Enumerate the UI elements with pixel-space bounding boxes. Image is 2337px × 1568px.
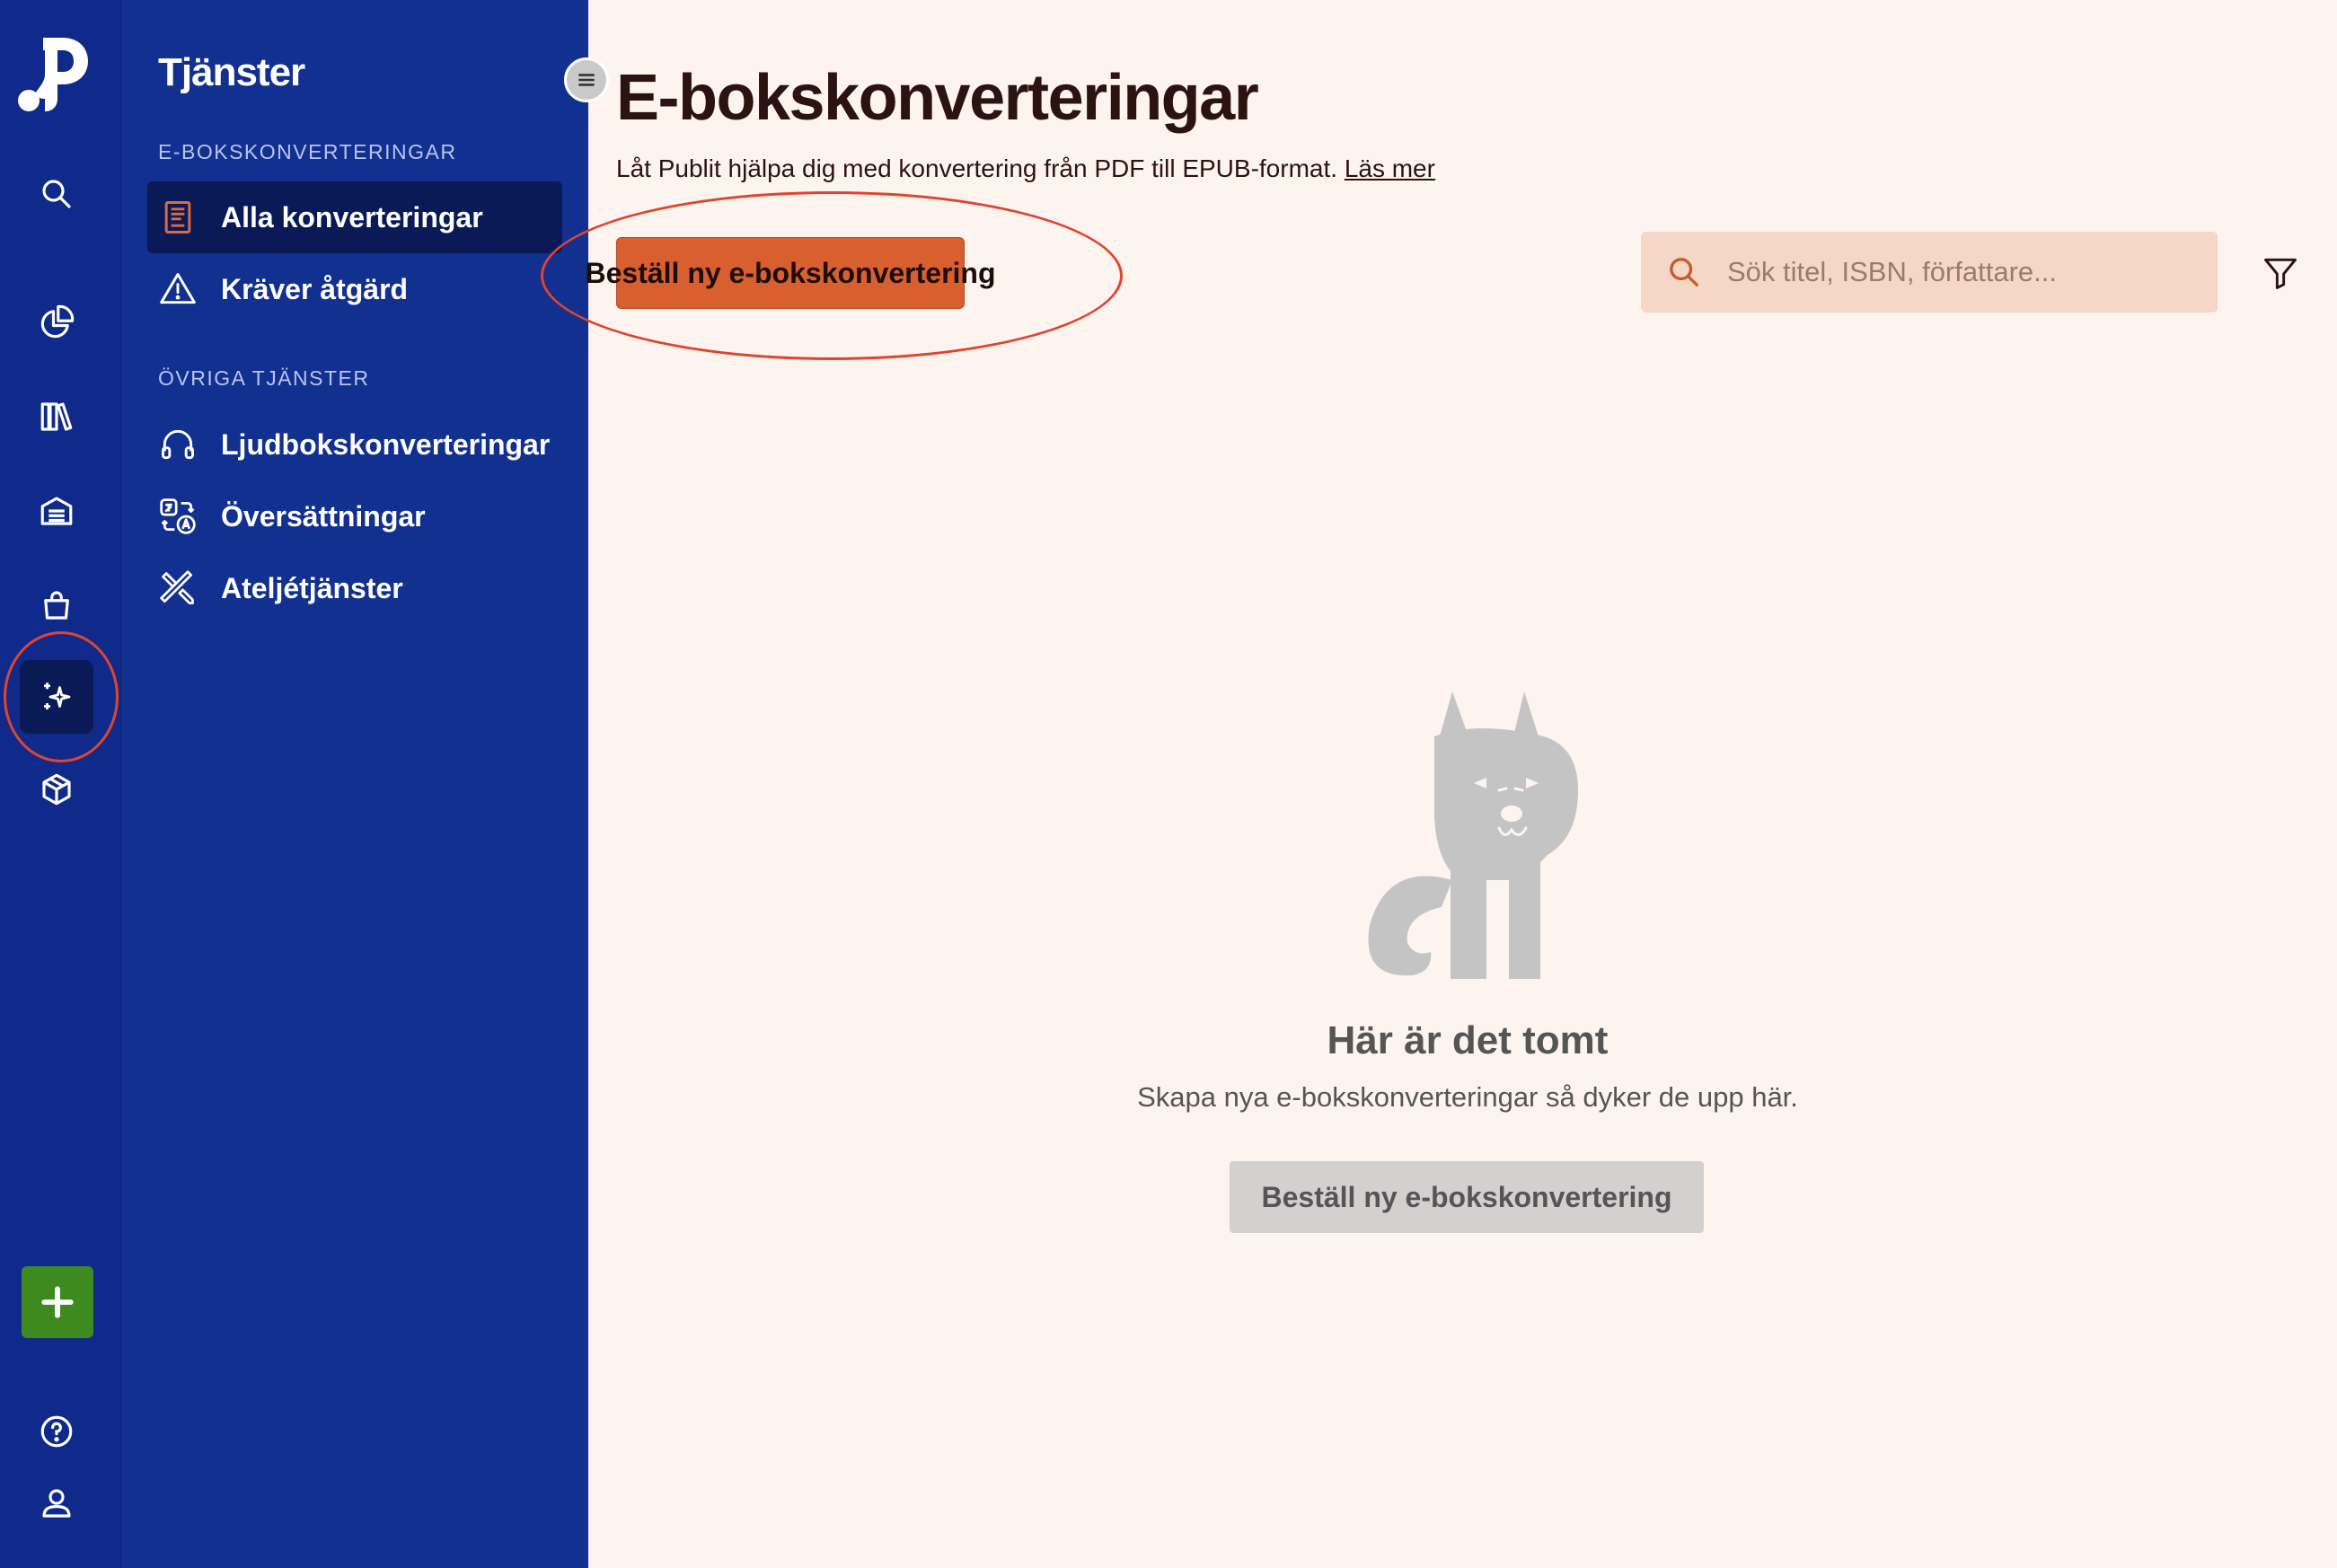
translate-icon xyxy=(160,498,196,534)
package-icon[interactable] xyxy=(20,753,93,826)
menu-item-all-conversions[interactable]: Alla konverteringar xyxy=(147,181,562,253)
menu-item-label: Ljudbokskonverteringar xyxy=(221,427,551,461)
pie-chart-icon[interactable] xyxy=(20,286,93,359)
menu-item-audiobook-conversions[interactable]: Ljudbokskonverteringar xyxy=(147,409,562,480)
menu-item-label: Kräver åtgärd xyxy=(221,272,409,305)
search-icon[interactable] xyxy=(20,157,93,231)
section-label-other: ÖVRIGA TJÄNSTER xyxy=(158,366,370,390)
submenu-title: Tjänster xyxy=(158,50,305,94)
warehouse-icon[interactable] xyxy=(20,474,93,548)
headphones-icon xyxy=(162,429,194,460)
help-icon[interactable] xyxy=(20,1395,93,1468)
main-content: E-bokskonverteringar Låt Publit hjälpa d… xyxy=(541,0,2337,1568)
menu-item-translations[interactable]: Översättningar xyxy=(147,480,562,552)
order-ebook-conversion-button[interactable]: Beställ ny e-bokskonvertering xyxy=(585,237,996,309)
services-submenu: Tjänster E-BOKSKONVERTERINGAR Alla konve… xyxy=(121,0,588,1568)
empty-state-order-button[interactable]: Beställ ny e-bokskonvertering xyxy=(1230,1161,1704,1233)
search-box[interactable] xyxy=(1641,232,2218,313)
collapse-sidebar-button[interactable] xyxy=(564,57,609,102)
page-description: Låt Publit hjälpa dig med konvertering f… xyxy=(616,154,1435,183)
empty-state-cat-illustration xyxy=(1325,683,1630,988)
user-icon[interactable] xyxy=(20,1467,93,1540)
filter-icon[interactable] xyxy=(2261,253,2300,293)
search-icon xyxy=(1670,258,1698,286)
page-title: E-bokskonverteringar xyxy=(616,62,1259,134)
section-label-ebook: E-BOKSKONVERTERINGAR xyxy=(158,140,457,163)
description-text: Låt Publit hjälpa dig med konvertering f… xyxy=(616,154,1338,182)
plus-icon xyxy=(41,1286,74,1318)
empty-state-description: Skapa nya e-bokskonverteringar så dyker … xyxy=(1137,1081,1798,1113)
menu-item-label: Översättningar xyxy=(221,499,426,533)
menu-item-label: Ateljétjänster xyxy=(221,571,403,604)
menu-icon xyxy=(578,74,595,86)
document-icon xyxy=(164,201,191,233)
icon-rail xyxy=(0,0,121,1568)
empty-state-title: Här är det tomt xyxy=(1327,1018,1609,1062)
sparkles-icon[interactable] xyxy=(20,660,93,734)
menu-item-requires-action[interactable]: Kräver åtgärd xyxy=(147,253,562,325)
menu-item-label: Alla konverteringar xyxy=(221,200,483,233)
add-button[interactable] xyxy=(22,1266,93,1338)
read-more-link[interactable]: Läs mer xyxy=(1345,154,1435,182)
warning-icon xyxy=(160,273,196,304)
library-icon[interactable] xyxy=(20,380,93,454)
shopping-bag-icon[interactable] xyxy=(20,568,93,642)
search-input[interactable] xyxy=(1727,256,2194,288)
logo-icon[interactable] xyxy=(16,32,97,113)
menu-item-studio-services[interactable]: Ateljétjänster xyxy=(147,552,562,624)
tools-icon xyxy=(160,570,194,604)
